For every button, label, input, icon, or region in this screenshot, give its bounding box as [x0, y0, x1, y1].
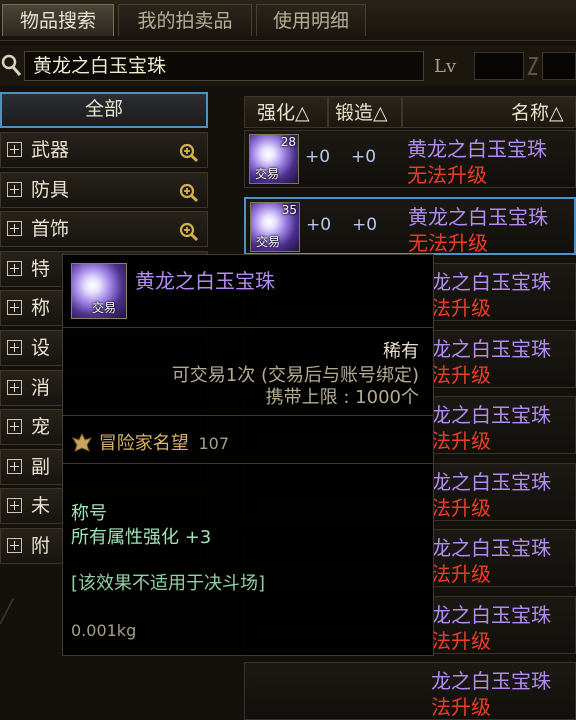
tooltip-divider: [63, 463, 433, 464]
tooltip-trade-label: 交易: [92, 301, 117, 315]
expand-plus-icon[interactable]: [7, 538, 22, 553]
expand-plus-icon[interactable]: [7, 300, 22, 316]
reputation-row: 冒险家名望 107: [71, 429, 229, 457]
item-name: 龙之白玉宝珠: [431, 403, 551, 427]
item-name: 龙之白玉宝珠: [431, 669, 551, 693]
sidebar-item-label: 首饰: [31, 218, 70, 241]
item-count: 35: [281, 202, 297, 217]
item-name: 黄龙之白玉宝珠: [408, 204, 548, 229]
reputation-icon: [71, 432, 93, 457]
tooltip-rarity: 稀有: [383, 341, 419, 362]
column-enhance[interactable]: 强化△: [244, 96, 328, 128]
sidebar-item[interactable]: 首饰: [0, 211, 208, 248]
search-input[interactable]: 黄龙之白玉宝珠: [24, 51, 424, 81]
background-text: ╱: [0, 600, 14, 625]
sidebar-item[interactable]: 防具: [0, 171, 208, 208]
level-max-input[interactable]: [542, 52, 576, 80]
item-status: 法升级: [431, 628, 491, 653]
item-status: 法升级: [431, 362, 491, 387]
column-name[interactable]: 名称△: [402, 96, 576, 128]
tab-usage-details[interactable]: 使用明细: [256, 4, 366, 36]
zoom-icon[interactable]: [179, 180, 199, 202]
zoom-icon[interactable]: [179, 140, 199, 163]
item-trade-label: 交易: [256, 234, 281, 249]
sidebar-item-label: 武器: [31, 139, 70, 161]
item-status: 无法升级: [407, 163, 487, 187]
item-trade-label: 交易: [255, 167, 280, 181]
item-icon: 35 交易: [250, 201, 300, 252]
tab-my-auctions[interactable]: 我的拍卖品: [118, 4, 252, 36]
expand-plus-icon[interactable]: [7, 379, 22, 395]
item-count: 28: [280, 135, 296, 149]
search-icon[interactable]: [0, 52, 22, 78]
sidebar-item-label: 消: [31, 376, 51, 399]
expand-plus-icon[interactable]: [7, 221, 22, 237]
tab-bar: 物品搜索 我的拍卖品 使用明细: [0, 0, 576, 41]
item-status: 法升级: [431, 429, 491, 453]
reputation-value: 107: [198, 434, 230, 453]
tooltip-item-name: 黄龙之白玉宝珠: [135, 269, 275, 293]
tooltip-weight: 0.001kg: [71, 621, 137, 640]
sidebar-item-label: 特: [31, 257, 51, 280]
item-status: 法升级: [431, 296, 491, 320]
tooltip-stat: 所有属性强化 +3: [71, 527, 212, 548]
item-forge: +0: [351, 147, 377, 167]
item-name: 龙之白玉宝珠: [431, 536, 551, 560]
item-enhance: +0: [306, 214, 332, 235]
level-separator: [526, 54, 540, 78]
item-row[interactable]: 35 交易 +0 +0 黄龙之白玉宝珠 无法升级: [244, 196, 576, 255]
sidebar-item-label: 称: [31, 297, 51, 320]
tooltip-divider: [63, 415, 433, 416]
sidebar-item-label: 副: [31, 455, 51, 478]
item-name: 龙之白玉宝珠: [431, 602, 551, 627]
sidebar-item-label: 未: [31, 495, 51, 518]
item-row[interactable]: 28 交易 +0 +0 黄龙之白玉宝珠 无法升级: [244, 130, 576, 188]
item-name: 龙之白玉宝珠: [431, 336, 551, 361]
tooltip-item-icon: 交易: [71, 263, 127, 319]
item-row[interactable]: 龙之白玉宝珠 法升级: [244, 662, 576, 720]
item-name: 龙之白玉宝珠: [431, 270, 551, 294]
sidebar-item-all[interactable]: 全部: [0, 92, 208, 128]
expand-plus-icon[interactable]: [7, 142, 22, 157]
sidebar-all-label: 全部: [84, 98, 123, 120]
item-status: 法升级: [431, 695, 491, 719]
reputation-label: 冒险家名望: [98, 433, 189, 454]
item-name: 龙之白玉宝珠: [431, 469, 551, 494]
sidebar-item-label: 附: [31, 535, 51, 557]
expand-plus-icon[interactable]: [7, 419, 22, 435]
item-enhance: +0: [305, 147, 331, 167]
tab-item-search[interactable]: 物品搜索: [2, 4, 114, 36]
item-icon: 28 交易: [249, 134, 299, 184]
item-status: 无法升级: [408, 230, 488, 255]
level-label: Lv: [434, 56, 457, 77]
item-forge: +0: [352, 214, 378, 235]
sidebar-item[interactable]: 武器: [0, 132, 208, 168]
tooltip-title-label: 称号: [71, 503, 107, 524]
expand-plus-icon[interactable]: [7, 260, 22, 276]
expand-plus-icon[interactable]: [7, 181, 22, 197]
tooltip-carry-limit: 携带上限 : 1000个: [265, 387, 419, 408]
item-status: 法升级: [431, 562, 491, 586]
expand-plus-icon[interactable]: [7, 340, 22, 355]
zoom-icon[interactable]: [179, 219, 199, 242]
column-forge[interactable]: 锻造△: [328, 96, 402, 128]
tooltip-divider: [63, 327, 433, 328]
expand-plus-icon[interactable]: [7, 498, 22, 514]
level-min-input[interactable]: [474, 52, 524, 80]
expand-plus-icon[interactable]: [7, 458, 22, 474]
sidebar-item-label: 防具: [31, 178, 70, 201]
tooltip-note: [该效果不适用于决斗场]: [71, 573, 266, 594]
sidebar-item-label: 设: [31, 337, 51, 359]
item-status: 法升级: [431, 495, 491, 520]
item-name: 黄龙之白玉宝珠: [407, 137, 547, 161]
item-tooltip: 交易 黄龙之白玉宝珠 稀有 可交易1次 (交易后与账号绑定) 携带上限 : 10…: [62, 254, 434, 656]
sidebar-item-label: 宠: [31, 416, 51, 439]
